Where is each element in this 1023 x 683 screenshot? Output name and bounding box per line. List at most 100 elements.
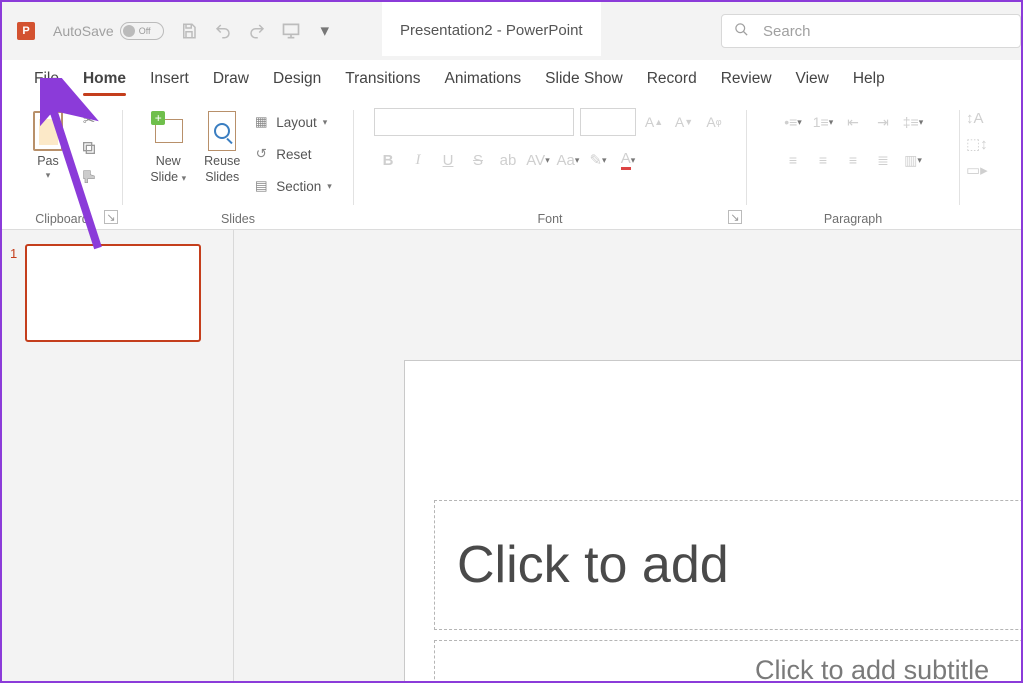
decrease-font-icon[interactable]: A▼ bbox=[672, 108, 696, 136]
line-spacing-button[interactable]: ‡≡▾ bbox=[899, 108, 927, 136]
align-center-button[interactable]: ≡ bbox=[809, 146, 837, 174]
clipboard-mini: ✂ bbox=[78, 104, 100, 186]
slide-thumbnail-panel: 1 bbox=[2, 230, 234, 681]
reuse-slides-icon bbox=[205, 110, 239, 152]
autosave-control[interactable]: AutoSave Off bbox=[53, 22, 164, 40]
align-text-icon[interactable]: ⬚↕ bbox=[966, 135, 988, 153]
justify-button[interactable]: ≣ bbox=[869, 146, 897, 174]
slides-menu: ▦ Layout ▾ ↺ Reset ▤ Section ▾ bbox=[252, 104, 332, 200]
ribbon: Pas ▾ ✂ Clipboard ↘ + New bbox=[2, 98, 1021, 230]
new-slide-button[interactable]: + New Slide ▾ bbox=[144, 104, 192, 194]
numbering-button[interactable]: 1≡▾ bbox=[809, 108, 837, 136]
new-slide-label-1: New bbox=[156, 154, 181, 168]
slide-canvas: Click to add Click to add subtitle bbox=[234, 230, 1021, 681]
ribbon-tabs: File Home Insert Draw Design Transitions… bbox=[2, 60, 1021, 98]
redo-icon[interactable] bbox=[246, 20, 268, 42]
tab-help[interactable]: Help bbox=[841, 64, 897, 98]
app-icon: P bbox=[17, 22, 35, 40]
paragraph-group-label: Paragraph bbox=[747, 212, 959, 226]
tab-file[interactable]: File bbox=[22, 64, 71, 98]
title-placeholder[interactable]: Click to add bbox=[434, 500, 1021, 630]
slides-group-label: Slides bbox=[123, 212, 353, 226]
tab-animations[interactable]: Animations bbox=[432, 64, 533, 98]
section-dropdown-icon: ▾ bbox=[327, 181, 332, 192]
tab-review[interactable]: Review bbox=[709, 64, 784, 98]
tab-design[interactable]: Design bbox=[261, 64, 333, 98]
font-launcher-icon[interactable]: ↘ bbox=[728, 210, 742, 224]
format-painter-icon[interactable] bbox=[78, 166, 100, 186]
increase-indent-button[interactable]: ⇥ bbox=[869, 108, 897, 136]
clipboard-icon bbox=[31, 110, 65, 152]
autosave-toggle[interactable]: Off bbox=[120, 22, 164, 40]
char-spacing-button[interactable]: AV▾ bbox=[524, 146, 552, 174]
convert-smartart-icon[interactable]: ▭▸ bbox=[966, 161, 988, 179]
paste-dropdown-icon[interactable]: ▾ bbox=[46, 170, 51, 181]
text-direction-icon[interactable]: ↕A bbox=[966, 110, 988, 127]
font-family-select[interactable] bbox=[374, 108, 574, 136]
undo-icon[interactable] bbox=[212, 20, 234, 42]
tab-slide-show[interactable]: Slide Show bbox=[533, 64, 635, 98]
reset-button[interactable]: ↺ Reset bbox=[252, 140, 332, 168]
tab-insert[interactable]: Insert bbox=[138, 64, 201, 98]
slideshow-start-icon[interactable] bbox=[280, 20, 302, 42]
columns-button[interactable]: ▥▾ bbox=[899, 146, 927, 174]
align-left-button[interactable]: ≡ bbox=[779, 146, 807, 174]
section-button[interactable]: ▤ Section ▾ bbox=[252, 172, 332, 200]
align-right-button[interactable]: ≡ bbox=[839, 146, 867, 174]
save-icon[interactable] bbox=[178, 20, 200, 42]
tab-view[interactable]: View bbox=[784, 64, 841, 98]
paste-label: Pas bbox=[37, 154, 59, 168]
cut-icon[interactable]: ✂ bbox=[78, 110, 100, 130]
new-slide-dropdown-icon[interactable]: ▾ bbox=[182, 173, 187, 183]
highlight-button[interactable]: ✎▾ bbox=[584, 146, 612, 174]
increase-font-icon[interactable]: A▲ bbox=[642, 108, 666, 136]
reuse-label-1: Reuse bbox=[204, 154, 240, 168]
italic-button[interactable]: I bbox=[404, 146, 432, 174]
slide-thumbnail[interactable] bbox=[25, 244, 201, 342]
font-color-button[interactable]: A▾ bbox=[614, 146, 642, 174]
autosave-label: AutoSave bbox=[53, 23, 114, 39]
work-area: 1 Click to add Click to add subtitle bbox=[2, 230, 1021, 681]
bold-button[interactable]: B bbox=[374, 146, 402, 174]
tab-draw[interactable]: Draw bbox=[201, 64, 261, 98]
slide-number: 1 bbox=[10, 246, 17, 342]
section-icon: ▤ bbox=[252, 177, 270, 195]
slide-thumbnail-row[interactable]: 1 bbox=[10, 244, 223, 342]
group-editing-partial: ↕A ⬚↕ ▭▸ bbox=[960, 104, 994, 229]
decrease-indent-button[interactable]: ⇤ bbox=[839, 108, 867, 136]
autosave-state: Off bbox=[139, 26, 151, 36]
qat-dropdown-icon[interactable]: ▾ bbox=[314, 20, 336, 42]
search-icon bbox=[734, 22, 749, 41]
tab-home[interactable]: Home bbox=[71, 64, 138, 98]
new-slide-icon: + bbox=[151, 110, 185, 152]
search-placeholder: Search bbox=[763, 23, 811, 40]
tab-transitions[interactable]: Transitions bbox=[333, 64, 432, 98]
tab-record[interactable]: Record bbox=[635, 64, 709, 98]
layout-icon: ▦ bbox=[252, 113, 270, 131]
clear-formatting-icon[interactable]: Aφ bbox=[702, 108, 726, 136]
layout-button[interactable]: ▦ Layout ▾ bbox=[252, 108, 332, 136]
paste-button[interactable]: Pas ▾ bbox=[24, 104, 72, 194]
copy-icon[interactable] bbox=[78, 138, 100, 158]
reuse-label-2: Slides bbox=[205, 170, 239, 184]
subtitle-placeholder[interactable]: Click to add subtitle bbox=[434, 640, 1021, 681]
title-bar: P AutoSave Off ▾ Presentation2 - PowerPo… bbox=[2, 2, 1021, 60]
bullets-button[interactable]: •≡▾ bbox=[779, 108, 807, 136]
text-shadow-button[interactable]: ab bbox=[494, 146, 522, 174]
group-font: A▲ A▼ Aφ B I U S ab AV▾ Aa▾ ✎▾ A▾ Font ↘ bbox=[354, 104, 746, 229]
new-slide-label-2: Slide bbox=[150, 170, 178, 184]
font-size-select[interactable] bbox=[580, 108, 636, 136]
clipboard-launcher-icon[interactable]: ↘ bbox=[104, 210, 118, 224]
search-box[interactable]: Search bbox=[721, 14, 1021, 48]
document-title: Presentation2 - PowerPoint bbox=[382, 2, 601, 56]
change-case-button[interactable]: Aa▾ bbox=[554, 146, 582, 174]
group-slides: + New Slide ▾ Reuse Slides ▦ Layout ▾ bbox=[123, 104, 353, 229]
group-clipboard: Pas ▾ ✂ Clipboard ↘ bbox=[2, 104, 122, 229]
reuse-slides-button[interactable]: Reuse Slides bbox=[198, 104, 246, 194]
group-paragraph: •≡▾ 1≡▾ ⇤ ⇥ ‡≡▾ ≡ ≡ ≡ ≣ ▥▾ Paragraph bbox=[747, 104, 959, 229]
autosave-knob bbox=[123, 25, 135, 37]
reset-icon: ↺ bbox=[252, 145, 270, 163]
underline-button[interactable]: U bbox=[434, 146, 462, 174]
layout-dropdown-icon: ▾ bbox=[323, 117, 328, 128]
strikethrough-button[interactable]: S bbox=[464, 146, 492, 174]
